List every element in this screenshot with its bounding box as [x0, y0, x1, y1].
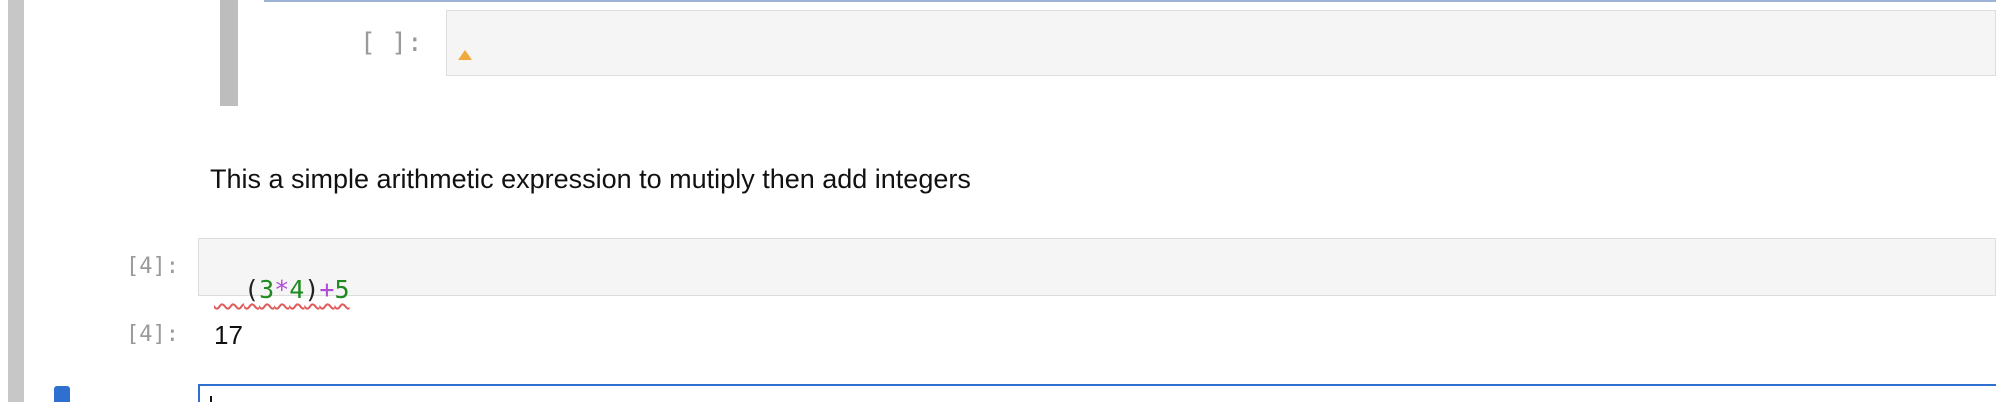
cell-collapser[interactable] — [220, 0, 238, 106]
cell-input-prompt: [ ]: — [360, 28, 423, 58]
code-token: 4 — [289, 275, 305, 304]
code-editor[interactable] — [198, 238, 1996, 296]
code-token: * — [274, 275, 290, 304]
code-token: 5 — [334, 275, 350, 304]
warning-icon — [458, 50, 472, 60]
code-token: ) — [304, 275, 320, 304]
code-token: 3 — [259, 275, 275, 304]
text-caret — [210, 396, 212, 402]
code-token: ( — [244, 275, 260, 304]
cell-output-prompt: [4]: — [126, 322, 179, 347]
cell-output: 17 — [214, 320, 243, 350]
cell-input-prompt: [4]: — [126, 254, 179, 279]
notebook-left-rail — [8, 0, 24, 402]
active-cell-indicator — [54, 386, 70, 402]
code-line: (3*4)+5 — [214, 252, 350, 304]
markdown-cell[interactable]: This a simple arithmetic expression to m… — [210, 163, 971, 195]
cell-separator — [264, 0, 1996, 2]
code-token: + — [319, 275, 335, 304]
code-editor[interactable] — [446, 10, 1996, 76]
active-code-editor[interactable] — [198, 384, 1996, 402]
